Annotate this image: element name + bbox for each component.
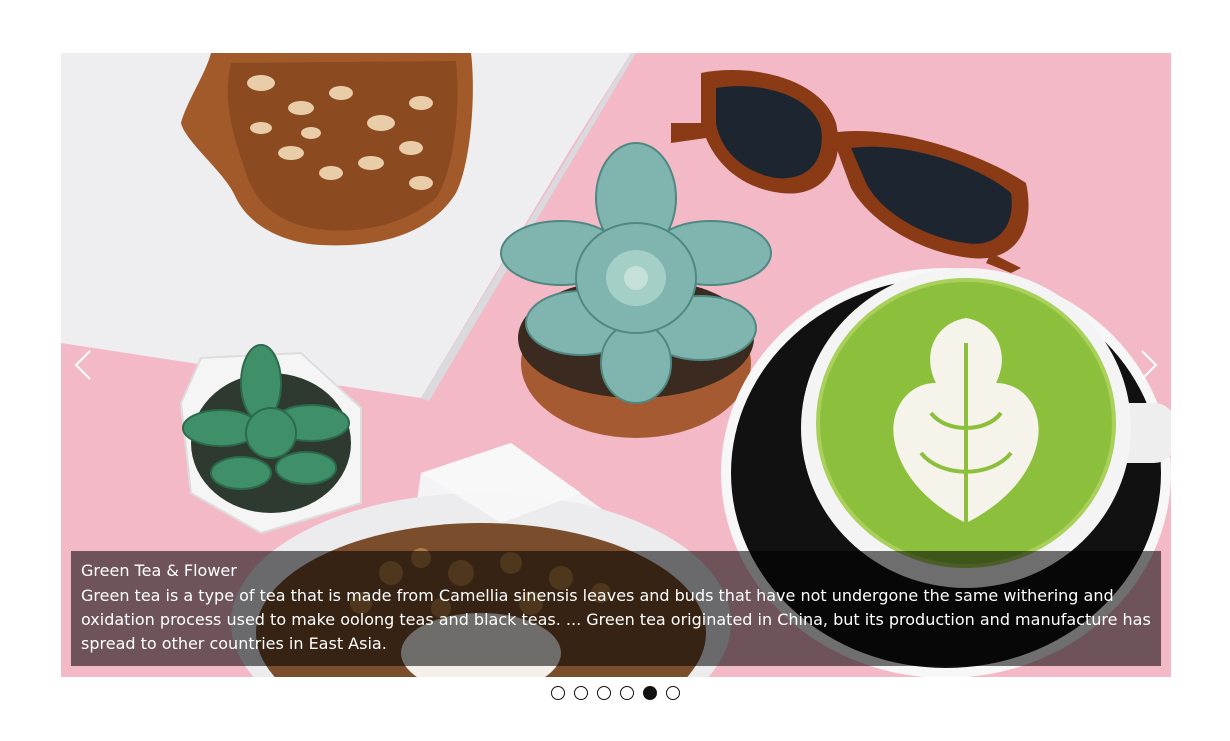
slide-dot-3[interactable] xyxy=(596,686,611,700)
slide-dot-2[interactable] xyxy=(573,686,588,700)
slide-dot-4[interactable] xyxy=(619,686,634,700)
caption-text: Green tea is a type of tea that is made … xyxy=(81,586,1151,653)
previous-slide-button[interactable] xyxy=(63,345,103,385)
slide-dot-1[interactable] xyxy=(550,686,565,700)
chevron-left-icon xyxy=(74,350,91,380)
next-slide-button[interactable] xyxy=(1129,345,1169,385)
slide-caption: Green Tea & Flower Green tea is a type o… xyxy=(71,551,1161,666)
caption-title: Green Tea & Flower xyxy=(81,561,237,580)
slide-dot-6[interactable] xyxy=(665,686,680,700)
slide-dot-5[interactable] xyxy=(642,686,657,700)
image-slider[interactable]: Green Tea & Flower Green tea is a type o… xyxy=(61,53,1171,677)
slide-indicators xyxy=(0,686,1230,702)
chevron-right-icon xyxy=(1141,350,1158,380)
